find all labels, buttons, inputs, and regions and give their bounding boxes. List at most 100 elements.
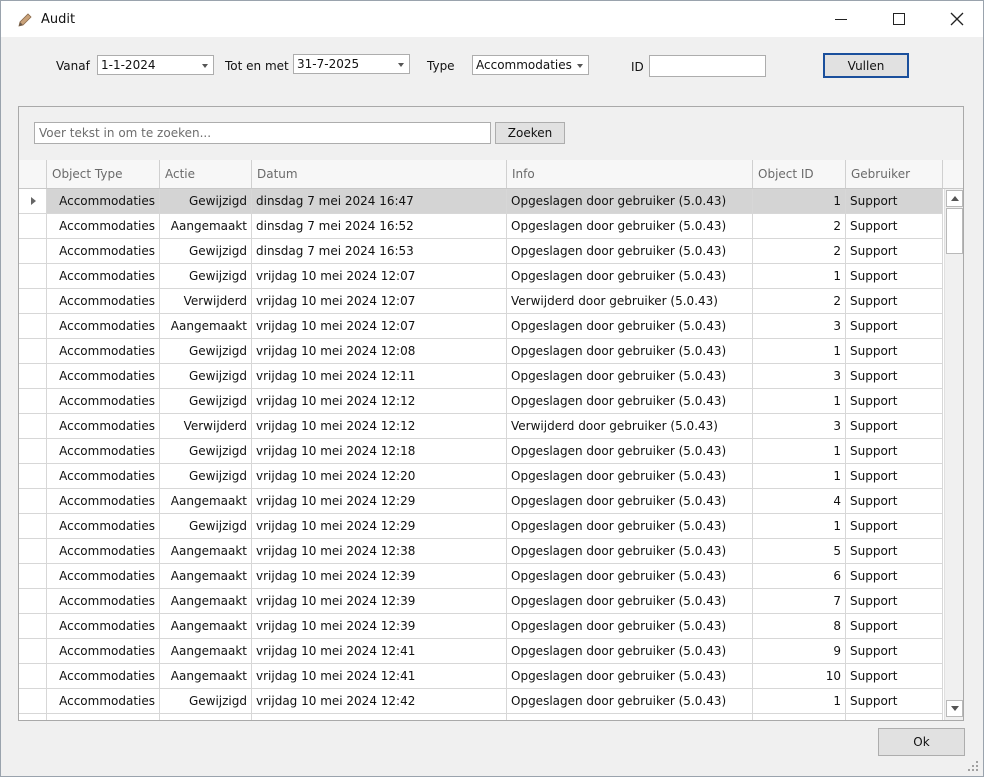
row-indicator[interactable] (19, 339, 47, 363)
table-row[interactable]: Accommodaties Aangemaakt vrijdag 10 mei 20… (19, 489, 943, 514)
row-indicator[interactable] (19, 589, 47, 613)
row-indicator[interactable] (19, 614, 47, 638)
cell-user[interactable]: Support (846, 514, 943, 538)
cell-date[interactable]: vrijdag 10 mei 2024 12:39 (252, 589, 507, 613)
cell-object-id[interactable]: 1 (753, 689, 846, 713)
row-indicator[interactable] (19, 489, 47, 513)
cell-object-id[interactable]: 2 (753, 239, 846, 263)
table-row[interactable]: Accommodaties Verwijderd vrijdag 10 mei 20… (19, 414, 943, 439)
row-indicator[interactable] (19, 389, 47, 413)
cell-object-type[interactable]: Accommodaties (47, 339, 160, 363)
cell-user[interactable]: Support (846, 339, 943, 363)
table-row[interactable]: Accommodaties Gewijzigd vrijdag 10 mei 202… (19, 514, 943, 539)
table-row[interactable]: Accommodaties Gewijzigd vrijdag 10 mei 202… (19, 364, 943, 389)
table-row[interactable]: Accommodaties Aangemaakt vrijdag 10 mei 20… (19, 539, 943, 564)
row-indicator[interactable] (19, 414, 47, 438)
cell-object-id[interactable]: 3 (753, 414, 846, 438)
to-date-picker[interactable]: 31-7-2025 (293, 54, 410, 74)
cell-user[interactable]: Support (846, 639, 943, 663)
cell-date[interactable]: vrijdag 10 mei 2024 12:08 (252, 339, 507, 363)
cell-action[interactable]: Gewijzigd (160, 464, 252, 488)
scroll-thumb[interactable] (946, 208, 963, 254)
cell-info[interactable]: Opgeslagen door gebruiker (5.0.43) (507, 214, 753, 238)
cell-date[interactable]: vrijdag 10 mei 2024 12:07 (252, 264, 507, 288)
cell-info[interactable]: Opgeslagen door gebruiker (5.0.43) (507, 614, 753, 638)
table-row[interactable]: Accommodaties Gewijzigd vrijdag 10 mei 202… (19, 389, 943, 414)
cell-action[interactable]: Aangemaakt (160, 564, 252, 588)
id-field[interactable] (649, 55, 766, 77)
row-indicator[interactable] (19, 464, 47, 488)
cell-object-id[interactable]: 10 (753, 664, 846, 688)
scroll-down-button[interactable] (946, 700, 963, 717)
cell-date[interactable]: vrijdag 10 mei 2024 12:29 (252, 514, 507, 538)
table-row[interactable] (19, 714, 943, 720)
cell-object-id[interactable]: 2 (753, 214, 846, 238)
cell-object-type[interactable]: Accommodaties (47, 589, 160, 613)
cell-action[interactable]: Verwijderd (160, 414, 252, 438)
cell-object-type[interactable] (47, 714, 160, 720)
cell-user[interactable]: Support (846, 214, 943, 238)
cell-date[interactable]: vrijdag 10 mei 2024 12:12 (252, 389, 507, 413)
cell-object-id[interactable]: 6 (753, 564, 846, 588)
cell-object-id[interactable]: 2 (753, 289, 846, 313)
cell-action[interactable]: Aangemaakt (160, 214, 252, 238)
cell-action[interactable]: Gewijzigd (160, 514, 252, 538)
cell-user[interactable]: Support (846, 489, 943, 513)
cell-object-id[interactable] (753, 714, 846, 720)
cell-user[interactable]: Support (846, 364, 943, 388)
cell-object-id[interactable]: 1 (753, 339, 846, 363)
cell-date[interactable]: vrijdag 10 mei 2024 12:42 (252, 689, 507, 713)
cell-info[interactable]: Verwijderd door gebruiker (5.0.43) (507, 289, 753, 313)
cell-object-type[interactable]: Accommodaties (47, 214, 160, 238)
cell-object-type[interactable]: Accommodaties (47, 614, 160, 638)
cell-action[interactable]: Gewijzigd (160, 239, 252, 263)
row-indicator[interactable] (19, 664, 47, 688)
column-header-info[interactable]: Info (507, 160, 753, 188)
minimize-button[interactable] (812, 1, 870, 37)
cell-object-type[interactable]: Accommodaties (47, 189, 160, 213)
cell-info[interactable]: Opgeslagen door gebruiker (5.0.43) (507, 464, 753, 488)
cell-date[interactable]: vrijdag 10 mei 2024 12:18 (252, 439, 507, 463)
ok-button[interactable]: Ok (878, 728, 965, 756)
cell-info[interactable]: Opgeslagen door gebruiker (5.0.43) (507, 489, 753, 513)
cell-date[interactable]: vrijdag 10 mei 2024 12:39 (252, 564, 507, 588)
table-row[interactable]: Accommodaties Aangemaakt vrijdag 10 mei 20… (19, 639, 943, 664)
cell-info[interactable]: Opgeslagen door gebruiker (5.0.43) (507, 639, 753, 663)
cell-user[interactable]: Support (846, 289, 943, 313)
cell-user[interactable]: Support (846, 264, 943, 288)
cell-object-id[interactable]: 1 (753, 264, 846, 288)
cell-object-type[interactable]: Accommodaties (47, 639, 160, 663)
table-row[interactable]: Accommodaties Gewijzigd vrijdag 10 mei 202… (19, 464, 943, 489)
cell-user[interactable]: Support (846, 539, 943, 563)
cell-date[interactable]: vrijdag 10 mei 2024 12:11 (252, 364, 507, 388)
cell-action[interactable]: Aangemaakt (160, 489, 252, 513)
cell-action[interactable]: Aangemaakt (160, 639, 252, 663)
cell-info[interactable]: Opgeslagen door gebruiker (5.0.43) (507, 514, 753, 538)
table-row[interactable]: Accommodaties Aangemaakt vrijdag 10 mei 20… (19, 614, 943, 639)
cell-date[interactable]: vrijdag 10 mei 2024 12:07 (252, 289, 507, 313)
cell-object-id[interactable]: 5 (753, 539, 846, 563)
column-header-user[interactable]: Gebruiker (846, 160, 943, 188)
cell-object-id[interactable]: 3 (753, 314, 846, 338)
cell-user[interactable]: Support (846, 664, 943, 688)
cell-date[interactable]: vrijdag 10 mei 2024 12:41 (252, 664, 507, 688)
cell-object-type[interactable]: Accommodaties (47, 689, 160, 713)
cell-info[interactable]: Opgeslagen door gebruiker (5.0.43) (507, 689, 753, 713)
row-indicator[interactable] (19, 714, 47, 720)
cell-object-type[interactable]: Accommodaties (47, 539, 160, 563)
cell-date[interactable]: vrijdag 10 mei 2024 12:07 (252, 314, 507, 338)
cell-date[interactable]: vrijdag 10 mei 2024 12:20 (252, 464, 507, 488)
cell-user[interactable] (846, 714, 943, 720)
cell-object-id[interactable]: 1 (753, 189, 846, 213)
cell-user[interactable]: Support (846, 239, 943, 263)
cell-object-type[interactable]: Accommodaties (47, 389, 160, 413)
cell-action[interactable] (160, 714, 252, 720)
cell-object-id[interactable]: 1 (753, 389, 846, 413)
from-date-picker[interactable]: 1-1-2024 (97, 55, 214, 75)
row-indicator[interactable] (19, 514, 47, 538)
cell-object-type[interactable]: Accommodaties (47, 414, 160, 438)
cell-date[interactable]: vrijdag 10 mei 2024 12:39 (252, 614, 507, 638)
cell-object-type[interactable]: Accommodaties (47, 464, 160, 488)
cell-info[interactable]: Opgeslagen door gebruiker (5.0.43) (507, 189, 753, 213)
cell-info[interactable]: Opgeslagen door gebruiker (5.0.43) (507, 589, 753, 613)
